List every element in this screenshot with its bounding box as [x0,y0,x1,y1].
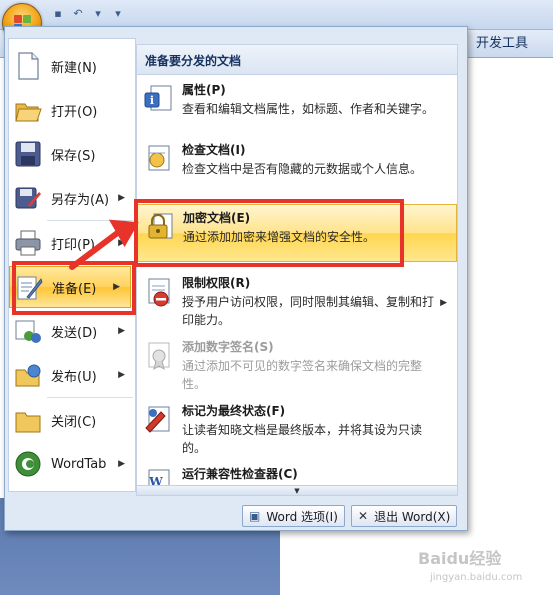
submenu-item-compatibility-checker[interactable]: W 运行兼容性检查器(C) [137,461,457,485]
printer-icon [15,230,41,256]
tab-developer[interactable]: 开发工具 [476,32,528,51]
annotation-box-encrypt [134,199,404,267]
menu-item-close[interactable]: 关闭(C) [9,399,135,441]
menu-item-label: 发布(U) [51,369,97,385]
submenu-arrow-icon: ▶ [118,370,125,380]
options-icon: ▣ [249,509,261,523]
menu-item-new[interactable]: 新建(N) [9,45,135,87]
menu-item-label: 保存(S) [51,148,96,164]
undo-dropdown-icon[interactable]: ▾ [90,6,106,22]
menu-item-label: 另存为(A) [51,192,110,208]
svg-text:W: W [148,475,163,485]
menu-item-label: 发送(D) [51,325,98,341]
submenu-item-desc: 授予用户访问权限，同时限制其编辑、复制和打印能力。 [182,295,435,327]
digital-signature-icon [148,342,170,371]
mark-final-icon [145,406,170,433]
save-as-icon [15,187,41,209]
menu-item-label: 新建(N) [51,60,97,76]
properties-icon: i [144,85,172,111]
save-disk-icon [15,141,41,167]
open-folder-icon [15,103,42,122]
menu-item-wordtab[interactable]: WordTab ▶ [9,443,135,485]
submenu-title: 准备要分发的文档 [137,45,457,75]
exit-word-label: 退出 Word(X) [374,509,451,524]
document-area [468,58,553,498]
submenu-item-inspect-document[interactable]: 检查文档(I) 检查文档中是否有隐藏的元数据或个人信息。 [137,137,457,191]
undo-icon[interactable]: ↶ [70,6,86,22]
menu-item-open[interactable]: 打开(O) [9,89,135,131]
menu-item-save-as[interactable]: 另存为(A) ▶ [9,177,135,219]
compatibility-checker-icon: W [148,469,170,485]
word-options-label: Word 选项(I) [266,509,338,524]
submenu-item-title: 限制权限(R) [182,276,251,290]
submenu-item-digital-signature[interactable]: 添加数字签名(S) 通过添加不可见的数字签名来确保文档的完整性。 [137,334,457,394]
menu-item-label: WordTab [51,456,107,472]
submenu-arrow-icon: ▶ [118,326,125,336]
submenu-item-title: 运行兼容性检查器(C) [182,467,298,481]
submenu-item-title: 检查文档(I) [182,143,246,157]
new-document-icon [18,52,39,80]
menu-item-publish[interactable]: 发布(U) ▶ [9,354,135,396]
wordtab-icon [15,451,41,477]
submenu-item-title: 属性(P) [182,83,226,97]
annotation-arrow-icon [69,219,139,270]
restrict-permission-icon [148,278,170,307]
menu-item-label: 打开(O) [51,104,98,120]
submenu-item-title: 添加数字签名(S) [182,340,274,354]
menu-item-send[interactable]: 发送(D) ▶ [9,310,135,352]
submenu-arrow-icon: ▶ [440,298,447,308]
word-options-button[interactable]: ▣ Word 选项(I) [242,505,345,527]
submenu-item-desc: 检查文档中是否有隐藏的元数据或个人信息。 [182,162,423,176]
close-folder-icon [15,412,41,433]
scroll-down-button[interactable]: ▼ [137,485,457,495]
send-icon [15,320,41,343]
menu-item-save[interactable]: 保存(S) [9,133,135,175]
divider [47,397,133,398]
menu-item-label: 关闭(C) [51,414,97,430]
publish-icon [15,364,41,387]
customize-icon[interactable]: ▾ [110,6,126,22]
submenu-item-title: 标记为最终状态(F) [182,404,286,418]
submenu-item-properties[interactable]: i 属性(P) 查看和编辑文档属性，如标题、作者和关键字。 [137,77,457,135]
submenu-item-desc: 让读者知晓文档是最终版本，并将其设为只读的。 [182,423,423,455]
close-icon: ✕ [358,509,369,523]
submenu-arrow-icon: ▶ [118,193,125,203]
submenu-item-desc: 查看和编辑文档属性，如标题、作者和关键字。 [182,102,435,116]
save-icon[interactable]: ▪ [50,6,66,22]
submenu-item-restrict-permission[interactable]: 限制权限(R) 授予用户访问权限，同时限制其编辑、复制和打印能力。 ▶ [137,270,457,330]
exit-word-button[interactable]: ✕ 退出 Word(X) [351,505,458,527]
quick-access-toolbar: ▪ ↶ ▾ ▾ [50,5,126,23]
watermark-url: jingyan.baidu.com [430,572,523,583]
inspect-document-icon [148,145,170,171]
watermark: Baidu经验 [418,549,502,568]
svg-text:i: i [150,94,154,107]
submenu-arrow-icon: ▶ [118,459,125,469]
submenu-item-desc: 通过添加不可见的数字签名来确保文档的完整性。 [182,359,423,391]
submenu-item-mark-final[interactable]: 标记为最终状态(F) 让读者知晓文档是最终版本，并将其设为只读的。 [137,398,457,458]
prepare-submenu: 准备要分发的文档 i 属性(P) 查看和编辑文档属性，如标题、作者和关键字。 检… [136,44,458,496]
